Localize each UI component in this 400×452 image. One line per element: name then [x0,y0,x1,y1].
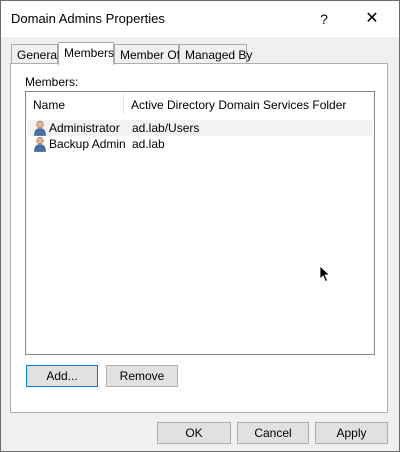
user-icon [34,136,46,152]
column-divider[interactable] [123,94,124,114]
list-item[interactable]: Backup Admin ad.lab [27,136,373,152]
tab-members[interactable]: Members [58,42,114,65]
tab-general[interactable]: General [11,44,60,64]
member-name: Backup Admin [49,137,126,151]
window-title: Domain Admins Properties [11,11,165,26]
ok-button[interactable]: OK [157,422,231,444]
column-header-name[interactable]: Name [33,98,65,112]
tab-member-of[interactable]: Member Of [114,44,180,64]
members-panel: Members: Name Active Directory Domain Se… [10,63,388,413]
column-header-folder[interactable]: Active Directory Domain Services Folder [131,98,346,112]
member-folder: ad.lab/Users [132,121,200,135]
remove-button[interactable]: Remove [106,365,178,387]
add-button[interactable]: Add... [26,365,98,387]
mouse-cursor-icon [319,265,331,283]
list-header: Name Active Directory Domain Services Fo… [26,92,374,116]
list-item[interactable]: Administrator ad.lab/Users [27,120,373,136]
member-name: Administrator [49,121,120,135]
cancel-button[interactable]: Cancel [237,422,309,444]
members-label: Members: [25,75,79,89]
member-folder: ad.lab [132,137,165,151]
tab-managed-by[interactable]: Managed By [179,44,252,64]
title-bar: Domain Admins Properties ? ✕ [1,1,399,37]
properties-dialog: Domain Admins Properties ? ✕ General Mem… [0,0,400,452]
help-button[interactable]: ? [309,5,339,33]
members-list[interactable]: Name Active Directory Domain Services Fo… [25,91,375,355]
close-button[interactable]: ✕ [357,5,387,33]
apply-button[interactable]: Apply [315,422,388,444]
user-icon [34,120,46,136]
